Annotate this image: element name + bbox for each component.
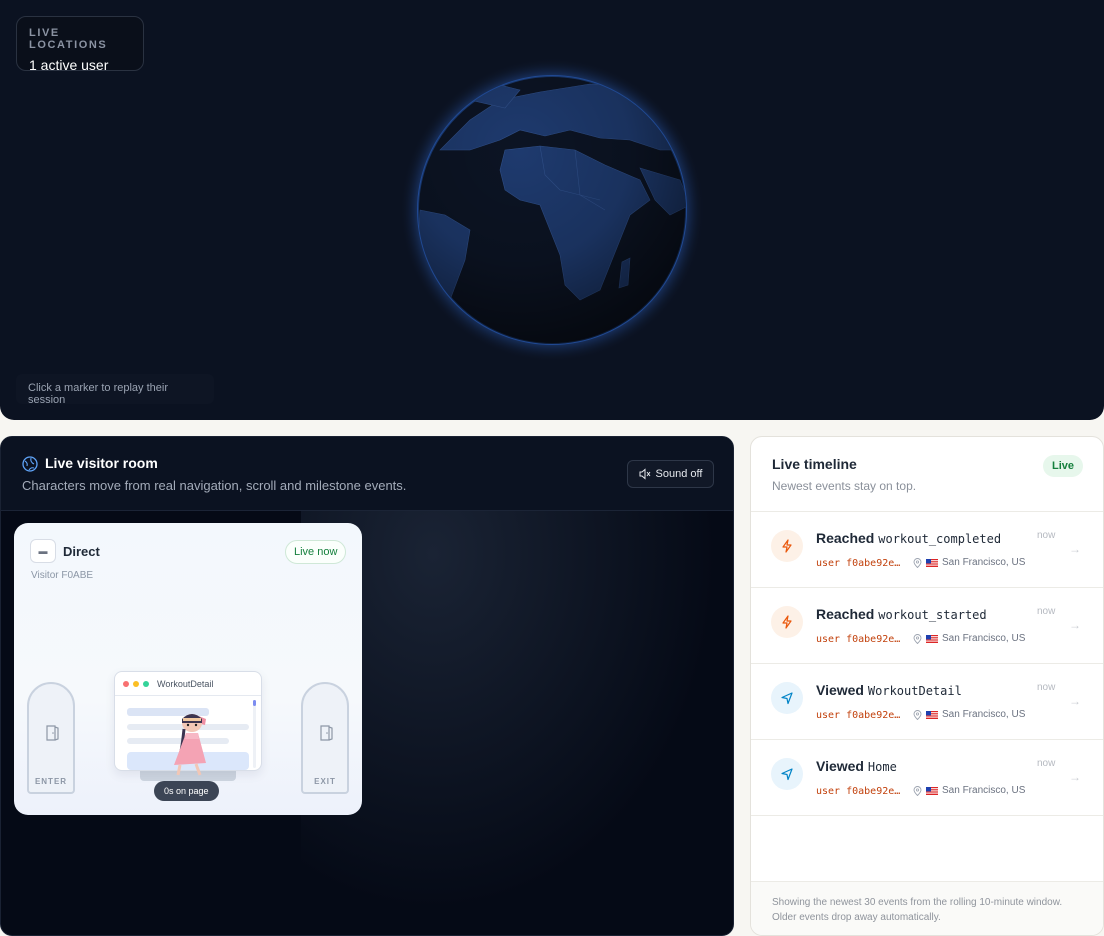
timeline-event[interactable]: Viewed Home user f0abe92e… San Francisco… bbox=[751, 740, 1103, 816]
exit-label: EXIT bbox=[314, 777, 336, 786]
arrow-right-icon: → bbox=[1069, 770, 1081, 784]
timeline-live-badge: Live bbox=[1043, 455, 1084, 477]
source-icon: ▬ bbox=[30, 539, 56, 563]
visitor-id: Visitor F0ABE bbox=[31, 570, 94, 581]
event-location: San Francisco, US bbox=[913, 633, 1025, 644]
event-time: now bbox=[1037, 530, 1056, 541]
timeline-event[interactable]: Reached workout_completed user f0abe92e…… bbox=[751, 512, 1103, 588]
event-time: now bbox=[1037, 758, 1056, 769]
timeline-subtitle: Newest events stay on top. bbox=[772, 479, 917, 493]
event-user: user f0abe92e… bbox=[816, 634, 901, 645]
minimize-dot bbox=[133, 681, 139, 687]
arrow-right-icon: → bbox=[1069, 618, 1081, 632]
event-user: user f0abe92e… bbox=[816, 786, 901, 797]
replay-hint: Click a marker to replay their session bbox=[16, 374, 214, 406]
us-flag-icon bbox=[926, 710, 938, 719]
us-flag-icon bbox=[926, 634, 938, 643]
arrow-right-icon: → bbox=[1069, 542, 1081, 556]
navigation-icon bbox=[771, 682, 803, 714]
door-icon bbox=[46, 725, 59, 741]
door-icon bbox=[320, 725, 333, 741]
zap-icon bbox=[771, 530, 803, 562]
active-users-count: 1 active user bbox=[29, 57, 109, 73]
event-list: Reached workout_completed user f0abe92e…… bbox=[751, 511, 1103, 816]
map-pin-icon bbox=[913, 557, 922, 568]
maximize-dot bbox=[143, 681, 149, 687]
visitor-source: Direct bbox=[63, 544, 100, 559]
live-now-badge: Live now bbox=[285, 540, 347, 564]
arrow-right-icon: → bbox=[1069, 694, 1081, 708]
timeline-event[interactable]: Viewed WorkoutDetail user f0abe92e… San … bbox=[751, 664, 1103, 740]
live-locations-label: LIVE LOCATIONS bbox=[29, 27, 108, 51]
visitor-card[interactable]: ▬ Direct Visitor F0ABE Live now ENTER EX… bbox=[14, 523, 362, 815]
map-pin-icon bbox=[913, 709, 922, 720]
live-timeline: Live timeline Newest events stay on top.… bbox=[750, 436, 1104, 936]
event-location: San Francisco, US bbox=[913, 557, 1025, 568]
event-user: user f0abe92e… bbox=[816, 710, 901, 721]
event-location: San Francisco, US bbox=[913, 709, 1025, 720]
event-title: Viewed WorkoutDetail bbox=[816, 682, 962, 698]
event-title: Viewed Home bbox=[816, 758, 897, 774]
live-visitor-room: Live visitor room Characters move from r… bbox=[0, 436, 734, 936]
enter-door: ENTER bbox=[27, 682, 75, 794]
visitor-avatar bbox=[174, 714, 206, 776]
footer-line: Showing the newest 30 events from the ro… bbox=[772, 897, 1063, 908]
zap-icon bbox=[771, 606, 803, 638]
map-pin-icon bbox=[913, 785, 922, 796]
window-titlebar: WorkoutDetail bbox=[115, 672, 261, 696]
timeline-event[interactable]: Reached workout_started user f0abe92e… S… bbox=[751, 588, 1103, 664]
speaker-muted-icon bbox=[639, 468, 650, 480]
timeline-title: Live timeline bbox=[772, 456, 857, 472]
sound-toggle-label: Sound off bbox=[655, 468, 703, 480]
globe-map[interactable] bbox=[0, 0, 1104, 420]
event-user: user f0abe92e… bbox=[816, 558, 901, 569]
room-title: Live visitor room bbox=[45, 455, 158, 471]
scroll-track bbox=[253, 700, 256, 768]
close-dot bbox=[123, 681, 129, 687]
room-floor bbox=[301, 511, 733, 935]
globe-panel: LIVE LOCATIONS 1 active user Click a mar… bbox=[0, 0, 1104, 420]
map-pin-icon bbox=[913, 633, 922, 644]
event-time: now bbox=[1037, 682, 1056, 693]
event-time: now bbox=[1037, 606, 1056, 617]
live-locations-card: LIVE LOCATIONS 1 active user bbox=[16, 16, 144, 73]
sound-toggle-button[interactable]: Sound off bbox=[627, 460, 714, 488]
globe-icon bbox=[22, 456, 38, 472]
room-subtitle: Characters move from real navigation, sc… bbox=[22, 478, 407, 493]
us-flag-icon bbox=[926, 786, 938, 795]
time-on-page: 0s on page bbox=[154, 781, 219, 801]
enter-label: ENTER bbox=[34, 777, 68, 786]
current-page-title: WorkoutDetail bbox=[157, 679, 214, 689]
event-location: San Francisco, US bbox=[913, 785, 1025, 796]
event-title: Reached workout_completed bbox=[816, 530, 1002, 546]
timeline-footer: Showing the newest 30 events from the ro… bbox=[751, 881, 1103, 935]
event-title: Reached workout_started bbox=[816, 606, 987, 622]
navigation-icon bbox=[771, 758, 803, 790]
footer-line: Older events drop away automatically. bbox=[772, 912, 941, 923]
us-flag-icon bbox=[926, 558, 938, 567]
exit-door: EXIT bbox=[301, 682, 349, 794]
room-header: Live visitor room Characters move from r… bbox=[1, 437, 733, 511]
scroll-thumb bbox=[253, 700, 256, 706]
